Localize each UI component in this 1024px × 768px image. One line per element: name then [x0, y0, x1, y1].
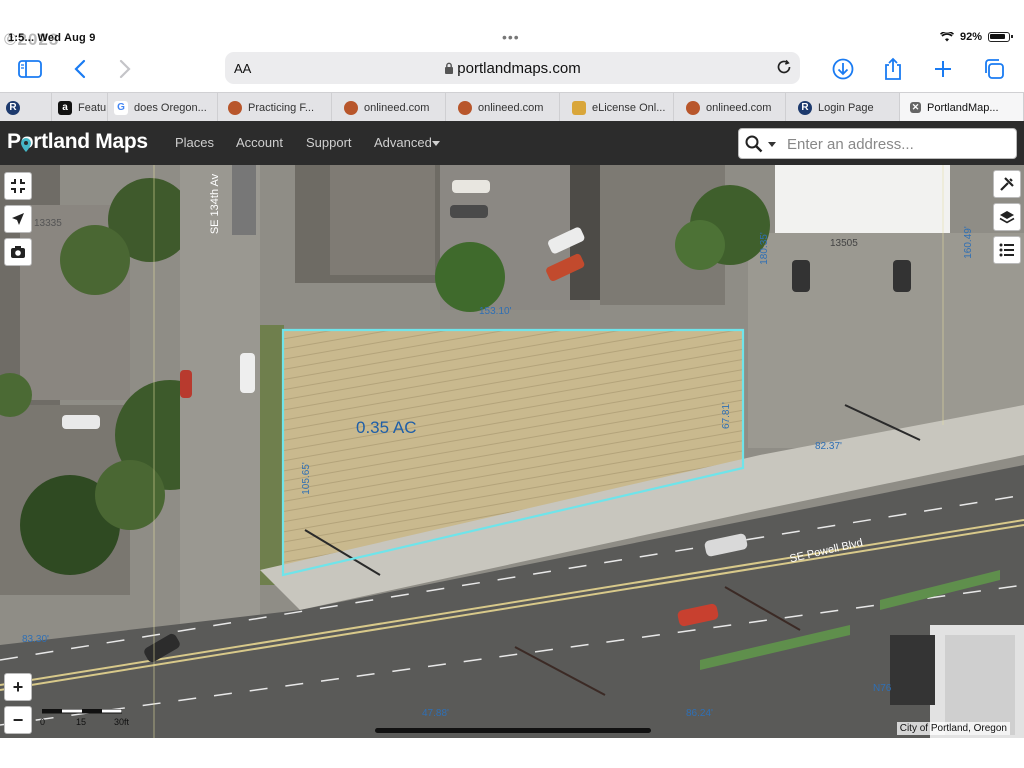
tab-1[interactable]: a Featu...: [52, 93, 108, 122]
tab-label: does Oregon...: [134, 101, 207, 114]
seal-favicon-icon: [686, 100, 700, 115]
layers-icon[interactable]: [993, 203, 1021, 231]
tab-label: onlineed.com: [364, 101, 430, 114]
address-search-input[interactable]: [787, 133, 1007, 155]
battery-icon: [988, 32, 1013, 42]
tab-7[interactable]: onlineed.com: [674, 93, 786, 122]
parcel-area-label: 0.35 AC: [356, 418, 417, 437]
dim-s1: 47.88': [422, 708, 449, 719]
map-pin-icon: [21, 138, 31, 152]
parcel-number-w: 13335: [34, 218, 62, 229]
more-dots-icon[interactable]: •••: [502, 29, 520, 45]
dim-s2: 86.24': [686, 708, 713, 719]
map-credit: City of Portland, Oregon: [896, 722, 1010, 735]
close-tab-icon[interactable]: ✕: [910, 102, 921, 113]
amazon-favicon-icon: a: [58, 100, 72, 115]
zoom-out-button[interactable]: −: [4, 706, 32, 734]
status-bar: 1:5... Wed Aug 9 ••• 92%: [0, 28, 1024, 48]
tab-label: Practicing F...: [248, 101, 315, 114]
elicense-favicon-icon: [572, 100, 586, 115]
status-right: 92%: [939, 31, 1013, 43]
tab-label: onlineed.com: [706, 101, 772, 114]
battery-percent: 92%: [959, 31, 982, 43]
tab-6[interactable]: eLicense Onl...: [560, 93, 674, 122]
tab-4[interactable]: onlineed.com: [332, 93, 446, 122]
tab-label: onlineed.com: [478, 101, 544, 114]
bottom-area: [0, 738, 1024, 768]
reload-icon[interactable]: [774, 57, 794, 77]
legend-list-icon[interactable]: [993, 236, 1021, 264]
tab-strip: R a Featu... G does Oregon... Practicing…: [0, 92, 1024, 122]
camera-icon[interactable]: [4, 238, 32, 266]
search-dropdown-icon[interactable]: [768, 142, 776, 147]
share-icon[interactable]: [880, 56, 906, 82]
tab-0[interactable]: R: [0, 93, 52, 122]
fullscreen-exit-icon[interactable]: [4, 172, 32, 200]
dim-east-a: 160.49': [962, 226, 974, 259]
seal-favicon-icon: [458, 100, 472, 115]
street-label-134th: SE 134th Av: [209, 173, 222, 235]
copyright-watermark: ©2023: [4, 30, 60, 49]
search-icon[interactable]: [745, 135, 763, 153]
url-label: portlandmaps.com: [457, 60, 581, 77]
url-text[interactable]: portlandmaps.com: [225, 60, 800, 77]
site-header: Portland Maps Places Account Support Adv…: [0, 121, 1024, 165]
dim-sw: 83.30': [22, 634, 49, 645]
tab-3[interactable]: Practicing F...: [218, 93, 332, 122]
scale-label-15: 15: [76, 717, 87, 727]
sidebar-icon[interactable]: [17, 56, 43, 82]
dim-bottom-right: 82.37': [815, 441, 842, 452]
address-bar[interactable]: AA portlandmaps.com: [225, 52, 800, 84]
nav-account[interactable]: Account: [236, 135, 283, 150]
parcel-number-e: 13505: [830, 238, 858, 249]
aerial-map[interactable]: 0.35 AC 153.10' 105.65' 67.81' 82.37' 16…: [0, 165, 1024, 738]
tab-2[interactable]: G does Oregon...: [108, 93, 218, 122]
caret-down-icon: [432, 141, 440, 146]
nav-places[interactable]: Places: [175, 135, 214, 150]
tab-label: Login Page: [818, 101, 874, 114]
scale-bar-graphic: [42, 709, 122, 714]
dim-left: 105.65': [300, 462, 312, 495]
google-favicon-icon: G: [114, 100, 128, 115]
address-search: [738, 128, 1017, 159]
wifi-icon: [939, 32, 954, 42]
lock-icon: [445, 62, 454, 74]
zoom-in-button[interactable]: +: [4, 673, 32, 701]
nav-support[interactable]: Support: [306, 135, 352, 150]
tools-icon[interactable]: [993, 170, 1021, 198]
tab-label: Featu...: [78, 101, 107, 114]
dim-east-b: 180.35': [758, 232, 770, 265]
tab-8[interactable]: R Login Page: [786, 93, 900, 122]
aerial-imagery: [0, 165, 1024, 738]
nav-advanced[interactable]: Advanced: [374, 135, 432, 150]
realtor-favicon-icon: R: [6, 100, 20, 115]
home-indicator[interactable]: [375, 728, 651, 733]
realtor-favicon-icon: R: [798, 100, 812, 115]
seal-favicon-icon: [344, 100, 358, 115]
new-tab-icon[interactable]: [930, 56, 956, 82]
tab-5[interactable]: onlineed.com: [446, 93, 560, 122]
tab-label: eLicense Onl...: [592, 101, 666, 114]
back-icon[interactable]: [67, 56, 93, 82]
tab-label: PortlandMap...: [927, 101, 999, 114]
forward-icon[interactable]: [112, 56, 138, 82]
scale-label-30: 30ft: [114, 717, 130, 727]
dim-top: 153.10': [479, 306, 512, 317]
tabs-overview-icon[interactable]: [981, 56, 1007, 82]
tab-9-active[interactable]: ✕ PortlandMap...: [900, 93, 1024, 122]
dim-n76: N76: [873, 683, 892, 694]
dim-right: 67.81': [720, 402, 732, 429]
locate-me-icon[interactable]: [4, 205, 32, 233]
scale-label-0: 0: [40, 717, 46, 727]
site-logo[interactable]: Portland Maps: [7, 130, 148, 154]
seal-favicon-icon: [228, 100, 242, 115]
download-icon[interactable]: [830, 56, 856, 82]
